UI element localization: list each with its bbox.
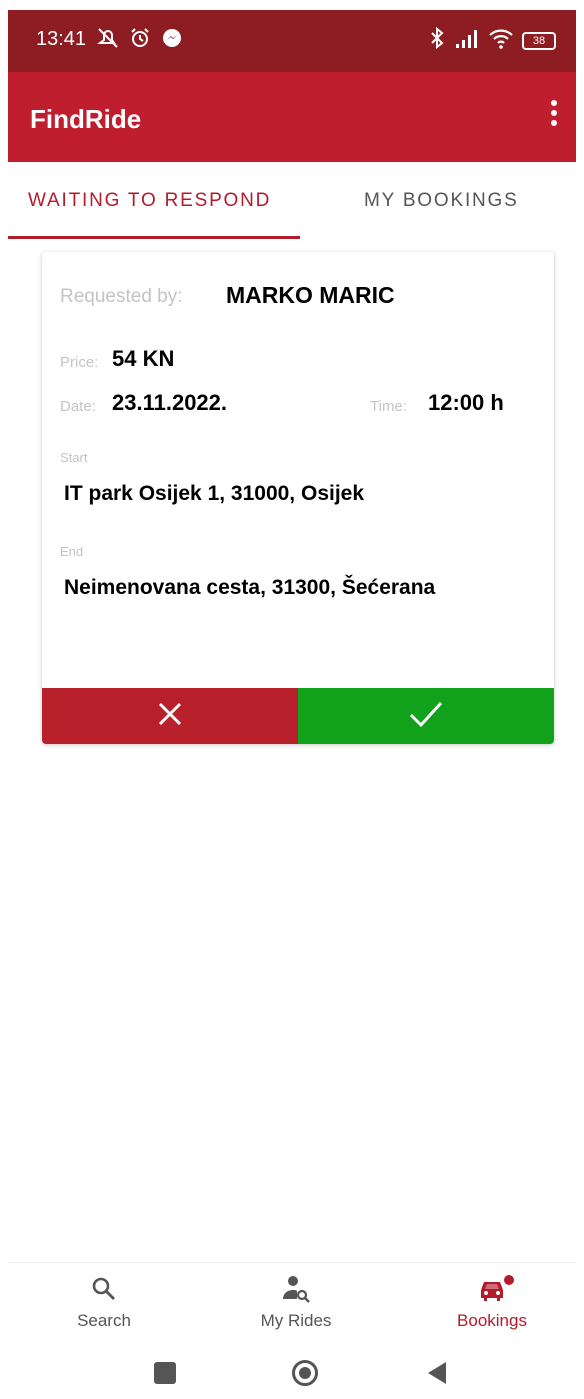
end-location: Neimenovana cesta, 31300, Šećerana: [64, 576, 436, 599]
booking-request-card: Requested by: MARKO MARIC Price: 54 KN D…: [42, 252, 554, 744]
tab-indicator: [8, 236, 300, 239]
requested-by-label: Requested by:: [60, 286, 183, 307]
system-navigation-bar: [8, 1352, 576, 1399]
more-vertical-icon[interactable]: [542, 96, 566, 136]
wifi-icon: [488, 26, 514, 55]
car-icon: [477, 1274, 507, 1309]
nav-search-label: Search: [77, 1311, 131, 1330]
tab-bar: WAITING TO RESPOND MY BOOKINGS: [8, 162, 576, 240]
home-button[interactable]: [292, 1360, 318, 1386]
reject-button[interactable]: [42, 688, 298, 744]
nav-my-rides-label: My Rides: [260, 1311, 332, 1330]
signal-icon: [454, 26, 480, 55]
nav-bookings[interactable]: Bookings: [412, 1273, 572, 1331]
start-location: IT park Osijek 1, 31000, Osijek: [64, 482, 365, 505]
person-search-icon: [280, 1273, 312, 1310]
mute-icon: [96, 26, 120, 55]
price-label: Price:: [60, 354, 99, 371]
date-value: 23.11.2022.: [112, 390, 228, 415]
time-label: Time:: [370, 398, 407, 415]
date-label: Date:: [60, 398, 96, 415]
tab-waiting-to-respond[interactable]: WAITING TO RESPOND: [28, 190, 271, 212]
nav-bookings-label: Bookings: [457, 1311, 527, 1330]
nav-search[interactable]: Search: [24, 1273, 184, 1331]
status-bar: 13:41 38: [8, 10, 576, 72]
app-bar: FindRide: [8, 72, 576, 162]
notification-badge: [504, 1275, 514, 1285]
alarm-icon: [128, 26, 152, 55]
back-button[interactable]: [428, 1362, 446, 1384]
recent-apps-button[interactable]: [154, 1362, 176, 1384]
app-title: FindRide: [30, 104, 142, 134]
close-icon: [154, 698, 186, 735]
end-label: End: [60, 544, 84, 559]
bluetooth-icon: [428, 26, 446, 55]
check-icon: [407, 698, 445, 735]
nav-my-rides[interactable]: My Rides: [216, 1273, 376, 1331]
tab-my-bookings[interactable]: MY BOOKINGS: [364, 190, 519, 212]
start-label: Start: [60, 450, 88, 465]
accept-button[interactable]: [298, 688, 554, 744]
battery-icon: 38: [522, 31, 556, 50]
messenger-icon: [160, 26, 184, 55]
time-value: 12:00 h: [428, 390, 504, 415]
bottom-navigation: Search My Rides Bookings: [8, 1262, 576, 1348]
requester-name: MARKO MARIC: [226, 282, 395, 308]
price-value: 54 KN: [112, 346, 175, 371]
search-icon: [90, 1275, 118, 1308]
status-time: 13:41: [36, 28, 87, 50]
